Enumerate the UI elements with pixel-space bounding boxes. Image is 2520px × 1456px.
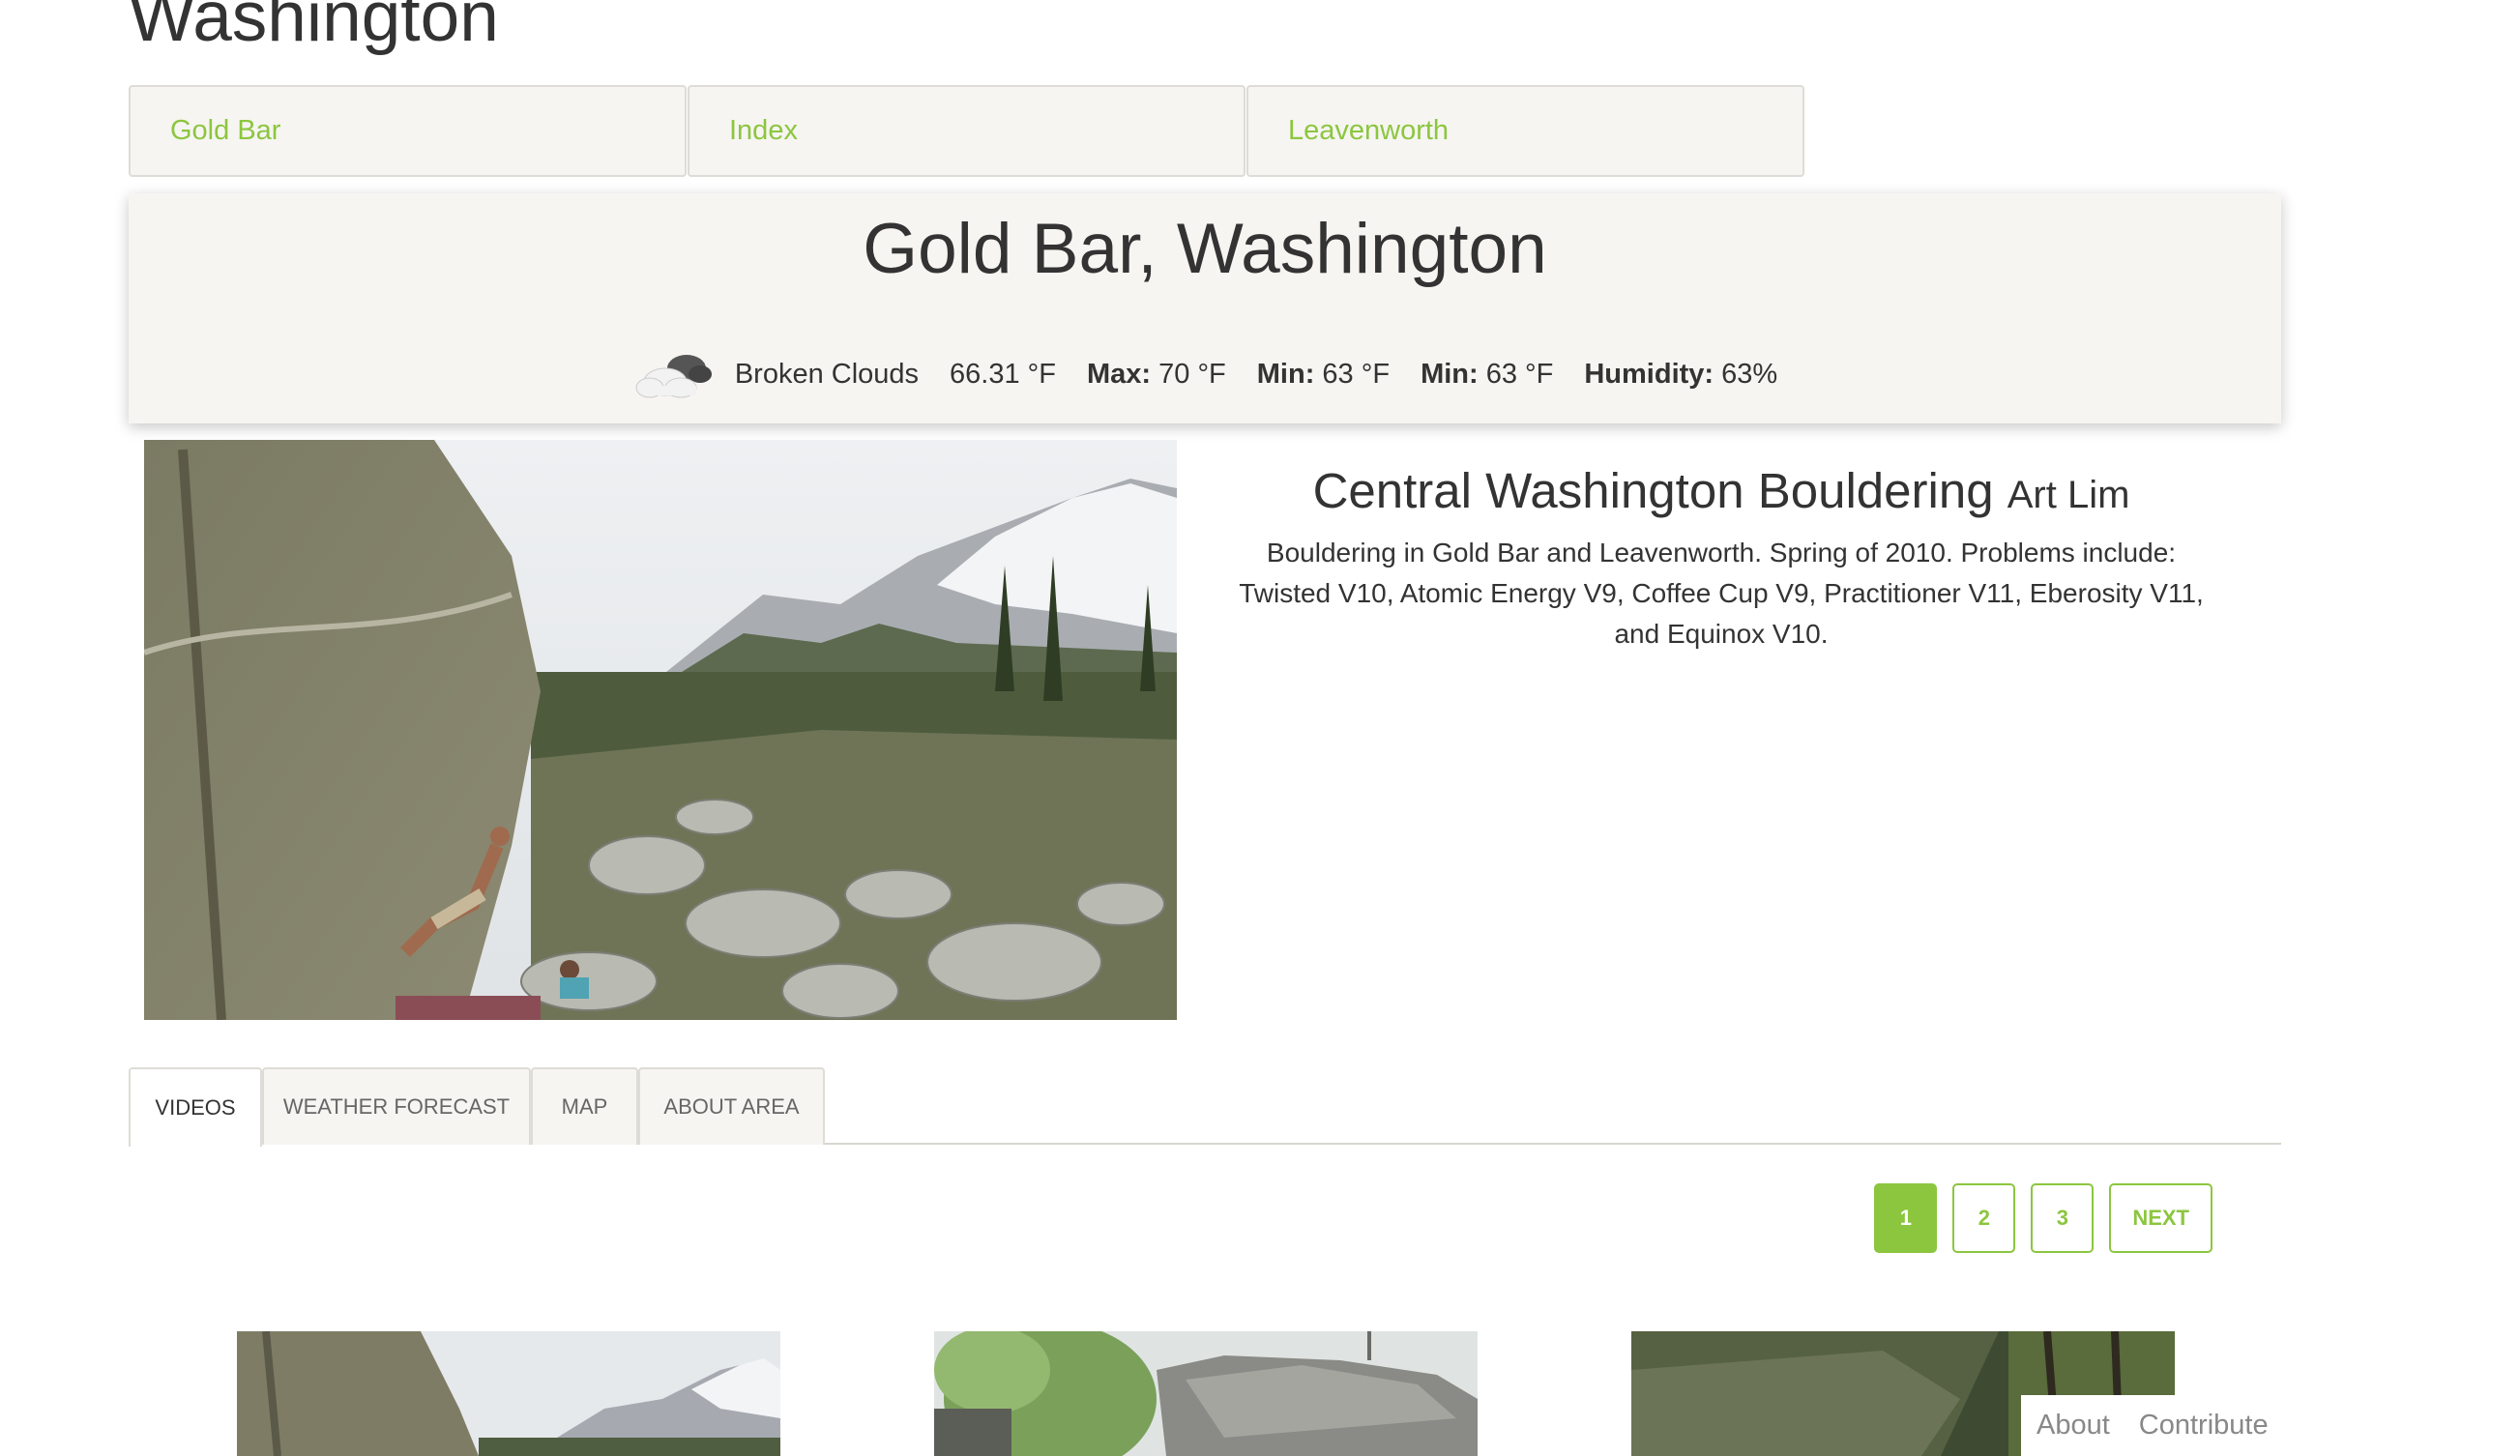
page-3-button[interactable]: 3 xyxy=(2031,1183,2095,1253)
footer-about-link[interactable]: About xyxy=(2037,1410,2110,1441)
weather-card: Gold Bar, Washington Broken Clouds 66.31… xyxy=(129,193,2281,423)
weather-summary: Broken Clouds 66.31 °F Max: 70 °F Min: 6… xyxy=(129,340,2281,408)
area-tab-gold-bar[interactable]: Gold Bar xyxy=(129,85,687,177)
next-page-button[interactable]: NEXT xyxy=(2109,1183,2212,1253)
footer-contribute-link[interactable]: Contribute xyxy=(2139,1410,2269,1441)
broken-clouds-icon xyxy=(635,355,712,398)
video-info: Central Washington Bouldering Art Lim Bo… xyxy=(1228,462,2214,655)
weather-max: Max: 70 °F xyxy=(1087,359,1226,391)
tab-weather-forecast[interactable]: WEATHER FORECAST xyxy=(262,1067,531,1145)
video-author: Art Lim xyxy=(2007,474,2130,516)
page-1-button[interactable]: 1 xyxy=(1874,1183,1938,1253)
video-thumbnail-image xyxy=(237,1331,780,1456)
weather-min2-label: Min: xyxy=(1421,358,1479,390)
video-thumbnail[interactable] xyxy=(934,1331,1478,1456)
weather-max-label: Max: xyxy=(1086,358,1152,390)
weather-min-value: 63 °F xyxy=(1322,358,1391,390)
state-title: Washington xyxy=(129,0,499,56)
video-description: Bouldering in Gold Bar and Leavenworth. … xyxy=(1239,538,2204,649)
weather-min2-value: 63 °F xyxy=(1485,358,1554,390)
weather-humidity: Humidity: 63% xyxy=(1584,359,1777,391)
weather-humidity-value: 63% xyxy=(1721,358,1778,390)
bouldering-scene-image xyxy=(144,440,1177,1020)
weather-condition: Broken Clouds xyxy=(734,358,920,390)
weather-max-value: 70 °F xyxy=(1158,358,1226,390)
area-tab-index[interactable]: Index xyxy=(688,85,1245,177)
featured-video-thumbnail[interactable] xyxy=(144,440,1177,1020)
page-2-button[interactable]: 2 xyxy=(1952,1183,2016,1253)
weather-humidity-label: Humidity: xyxy=(1584,358,1714,390)
video-title: Central Washington Bouldering Art Lim xyxy=(1228,462,2214,519)
pagination: 1 2 3 NEXT xyxy=(1859,1183,2212,1253)
area-tabs: Gold Bar Index Leavenworth xyxy=(129,85,1805,177)
area-tab-leavenworth[interactable]: Leavenworth xyxy=(1246,85,1804,177)
section-tabs: VIDEOS WEATHER FORECAST MAP ABOUT AREA xyxy=(129,1067,2281,1147)
weather-min-secondary: Min: 63 °F xyxy=(1421,359,1553,391)
tab-about-area[interactable]: ABOUT AREA xyxy=(638,1067,825,1145)
weather-min: Min: 63 °F xyxy=(1257,359,1390,391)
tab-map[interactable]: MAP xyxy=(531,1067,638,1145)
video-thumbnail[interactable] xyxy=(237,1331,780,1456)
video-thumbnail-image xyxy=(934,1331,1478,1456)
weather-temperature: 66.31 °F xyxy=(950,358,1056,390)
tab-videos[interactable]: VIDEOS xyxy=(129,1067,262,1147)
footer-links: About Contribute xyxy=(2021,1395,2288,1456)
weather-location-title: Gold Bar, Washington xyxy=(863,210,1547,288)
weather-min-label: Min: xyxy=(1256,358,1315,390)
video-title-text: Central Washington Bouldering xyxy=(1312,463,1994,518)
